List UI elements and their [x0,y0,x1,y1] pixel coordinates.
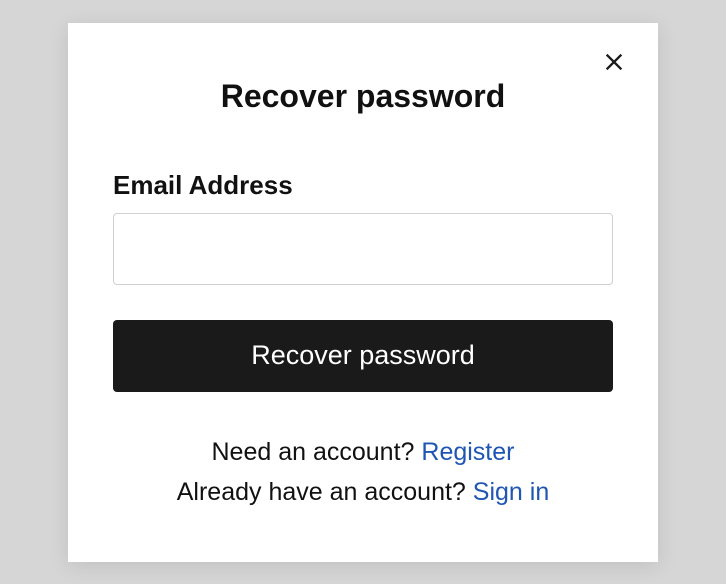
recover-password-button[interactable]: Recover password [113,320,613,392]
email-label: Email Address [113,170,613,201]
signin-prompt: Already have an account? [177,478,473,506]
email-field[interactable] [113,213,613,285]
recover-password-modal: Recover password Email Address Recover p… [68,23,658,562]
signin-link[interactable]: Sign in [473,478,549,506]
register-prompt: Need an account? [212,438,422,466]
auth-links: Need an account? Register Already have a… [113,432,613,512]
modal-title: Recover password [113,78,613,115]
close-icon [600,48,628,76]
close-button[interactable] [595,43,633,83]
register-link[interactable]: Register [421,438,514,466]
email-form-group: Email Address [113,170,613,285]
